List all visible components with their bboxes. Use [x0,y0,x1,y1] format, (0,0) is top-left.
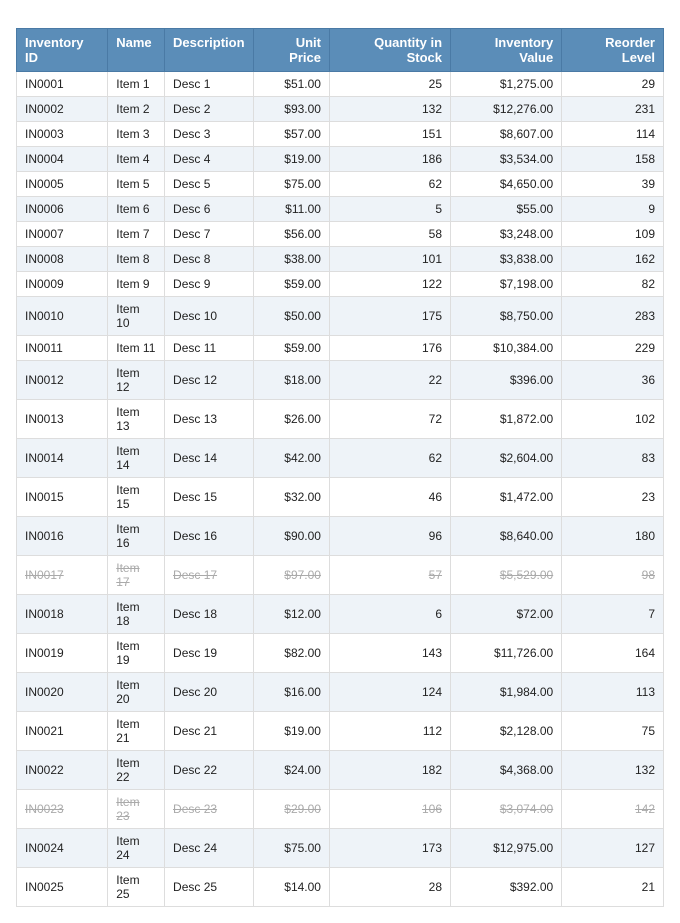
col-header-id: Inventory ID [17,29,108,72]
col-header-name: Name [108,29,165,72]
table-row: IN0007Item 7Desc 7$56.0058$3,248.00109 [17,222,664,247]
table-row: IN0020Item 20Desc 20$16.00124$1,984.0011… [17,673,664,712]
table-row: IN0025Item 25Desc 25$14.0028$392.0021 [17,868,664,907]
table-row: IN0001Item 1Desc 1$51.0025$1,275.0029 [17,72,664,97]
col-header-value: Inventory Value [451,29,562,72]
table-row: IN0014Item 14Desc 14$42.0062$2,604.0083 [17,439,664,478]
table-row: IN0022Item 22Desc 22$24.00182$4,368.0013… [17,751,664,790]
table-row: IN0024Item 24Desc 24$75.00173$12,975.001… [17,829,664,868]
inventory-table: Inventory ID Name Description Unit Price… [16,28,664,907]
table-row: IN0009Item 9Desc 9$59.00122$7,198.0082 [17,272,664,297]
table-row: IN0006Item 6Desc 6$11.005$55.009 [17,197,664,222]
table-header-row: Inventory ID Name Description Unit Price… [17,29,664,72]
table-row: IN0003Item 3Desc 3$57.00151$8,607.00114 [17,122,664,147]
table-row: IN0010Item 10Desc 10$50.00175$8,750.0028… [17,297,664,336]
table-row: IN0002Item 2Desc 2$93.00132$12,276.00231 [17,97,664,122]
col-header-price: Unit Price [253,29,329,72]
table-row: IN0017Item 17Desc 17$97.0057$5,529.0098 [17,556,664,595]
table-row: IN0004Item 4Desc 4$19.00186$3,534.00158 [17,147,664,172]
table-row: IN0008Item 8Desc 8$38.00101$3,838.00162 [17,247,664,272]
table-row: IN0019Item 19Desc 19$82.00143$11,726.001… [17,634,664,673]
table-row: IN0023Item 23Desc 23$29.00106$3,074.0014… [17,790,664,829]
col-header-reorder: Reorder Level [562,29,664,72]
table-row: IN0005Item 5Desc 5$75.0062$4,650.0039 [17,172,664,197]
col-header-desc: Description [165,29,254,72]
table-row: IN0015Item 15Desc 15$32.0046$1,472.0023 [17,478,664,517]
table-row: IN0012Item 12Desc 12$18.0022$396.0036 [17,361,664,400]
table-row: IN0021Item 21Desc 21$19.00112$2,128.0075 [17,712,664,751]
table-row: IN0016Item 16Desc 16$90.0096$8,640.00180 [17,517,664,556]
table-row: IN0013Item 13Desc 13$26.0072$1,872.00102 [17,400,664,439]
col-header-qty: Quantity in Stock [329,29,450,72]
table-row: IN0018Item 18Desc 18$12.006$72.007 [17,595,664,634]
table-row: IN0011Item 11Desc 11$59.00176$10,384.002… [17,336,664,361]
